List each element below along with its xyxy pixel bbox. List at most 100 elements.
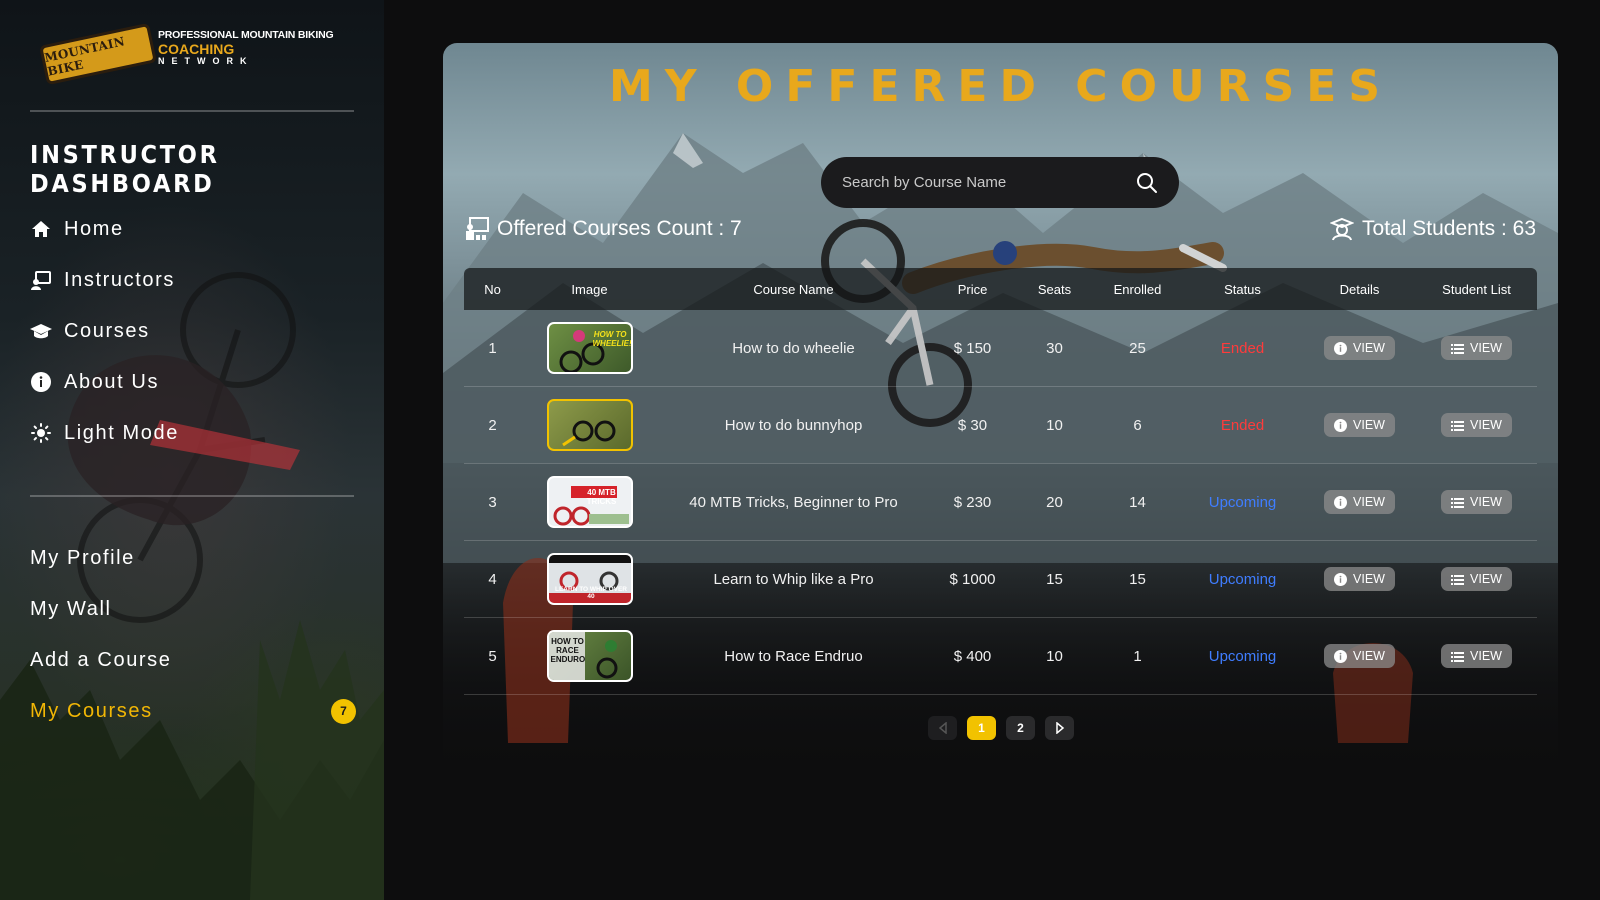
- student-list-view-button[interactable]: VIEW: [1441, 567, 1512, 591]
- courses-count-stat: Offered Courses Count : 7: [465, 217, 742, 241]
- course-seats: 20: [1046, 493, 1063, 511]
- row-number: 2: [488, 416, 497, 434]
- course-name: How to do bunnyhop: [724, 416, 863, 434]
- nav-item-home[interactable]: Home: [30, 215, 179, 243]
- table-row: 1 HOW TO WHEELIE! How to do wheelie $ 15…: [464, 310, 1537, 387]
- courses-panel: MY OFFERED COURSES Offered Courses Count…: [443, 43, 1558, 773]
- nav-item-instructors[interactable]: Instructors: [30, 266, 179, 294]
- nav-label-my-courses: My Courses: [30, 699, 153, 722]
- pagination-page-2[interactable]: 2: [1006, 716, 1035, 740]
- student-list-view-button[interactable]: VIEW: [1441, 413, 1512, 437]
- table-row: 3 40 MTB TRICKS 40 MTB Tricks, Beginner …: [464, 464, 1537, 541]
- course-seats: 10: [1046, 647, 1063, 665]
- student-list-view-button[interactable]: VIEW: [1441, 490, 1512, 514]
- pagination-prev-button[interactable]: [928, 716, 957, 740]
- student-list-cell: VIEW: [1416, 490, 1537, 514]
- student-list-view-button[interactable]: VIEW: [1441, 644, 1512, 668]
- column-header-student-list: Student List: [1442, 281, 1511, 297]
- nav-label-my-wall: My Wall: [30, 597, 112, 620]
- nav-item-about-us[interactable]: About Us: [30, 368, 179, 396]
- courses-count-label: Offered Courses Count : 7: [497, 217, 742, 240]
- course-seats: 10: [1046, 416, 1063, 434]
- row-number: 3: [488, 493, 497, 511]
- nav-label-add-a-course: Add a Course: [30, 648, 172, 671]
- course-thumbnail[interactable]: HOW TO RACE ENDURO: [546, 630, 633, 682]
- list-icon: [1451, 496, 1465, 509]
- row-number: 1: [488, 339, 497, 357]
- pagination-next-button[interactable]: [1045, 716, 1074, 740]
- details-cell: VIEW: [1303, 336, 1416, 360]
- course-thumbnail[interactable]: 40 MTB TRICKS: [546, 476, 633, 528]
- nav-item-add-a-course[interactable]: Add a Course: [30, 646, 356, 674]
- nav-item-courses[interactable]: Courses: [30, 317, 179, 345]
- search-icon: [1137, 172, 1157, 193]
- student-list-cell: VIEW: [1416, 336, 1537, 360]
- view-label: VIEW: [1470, 418, 1502, 432]
- chevron-left-icon: [938, 722, 947, 734]
- column-header-details: Details: [1339, 281, 1380, 297]
- my-courses-count-badge: 7: [331, 698, 356, 724]
- course-name: How to do wheelie: [732, 339, 855, 357]
- view-label: VIEW: [1353, 649, 1385, 663]
- graduation-cap-icon: [30, 320, 52, 342]
- thumbnail-caption: HOW TO WHEELIE!: [592, 330, 632, 348]
- course-thumbnail[interactable]: [546, 399, 633, 451]
- info-icon: [1334, 341, 1348, 355]
- logo-badge-text: MOUNTAIN BIKE: [43, 34, 127, 79]
- home-icon: [30, 218, 52, 240]
- course-enrolled: 1: [1133, 647, 1142, 665]
- nav-item-my-profile[interactable]: My Profile: [30, 544, 356, 572]
- pagination-page-1[interactable]: 1: [967, 716, 996, 740]
- bunnyhop-rider-thumbnail-art: [561, 420, 615, 447]
- details-view-button[interactable]: VIEW: [1324, 644, 1395, 668]
- course-price: $ 150: [953, 339, 992, 357]
- brand-logo[interactable]: MOUNTAIN BIKE PROFESSIONAL MOUNTAIN BIKI…: [39, 22, 342, 86]
- primary-nav: Home Instructors Courses About Us Light …: [30, 215, 179, 470]
- column-header-image: Image: [571, 281, 608, 297]
- logo-badge: MOUNTAIN BIKE: [39, 22, 157, 86]
- course-price: $ 230: [953, 493, 992, 511]
- course-price: $ 1000: [949, 570, 996, 588]
- course-thumbnail[interactable]: LEARN TO WHIP OVER 40: [546, 553, 633, 605]
- course-enrolled: 15: [1129, 570, 1146, 588]
- nav-label-light-mode: Light Mode: [64, 421, 179, 444]
- nav-item-my-courses[interactable]: My Courses 7: [30, 697, 356, 725]
- view-label: VIEW: [1353, 341, 1385, 355]
- course-seats: 30: [1046, 339, 1063, 357]
- details-view-button[interactable]: VIEW: [1324, 567, 1395, 591]
- list-icon: [1451, 419, 1465, 432]
- details-cell: VIEW: [1303, 490, 1416, 514]
- info-icon: [1334, 418, 1348, 432]
- view-label: VIEW: [1470, 495, 1502, 509]
- info-icon: [1334, 495, 1348, 509]
- student-list-view-button[interactable]: VIEW: [1441, 336, 1512, 360]
- column-header-no: No: [484, 281, 501, 297]
- nav-item-light-mode[interactable]: Light Mode: [30, 419, 179, 447]
- table-row: 4 LEARN TO WHIP OVER 40 Learn to Whip li…: [464, 541, 1537, 618]
- course-enrolled: 25: [1129, 339, 1146, 357]
- info-icon: [30, 371, 52, 393]
- logo-line-1: PROFESSIONAL MOUNTAIN BIKING: [158, 29, 334, 41]
- course-thumbnail[interactable]: HOW TO WHEELIE!: [546, 322, 633, 374]
- search-button[interactable]: [1135, 171, 1159, 195]
- view-label: VIEW: [1470, 572, 1502, 586]
- search-input[interactable]: [842, 174, 1135, 191]
- chevron-right-icon: [1055, 722, 1064, 734]
- nav-item-my-wall[interactable]: My Wall: [30, 595, 356, 623]
- column-header-price: Price: [957, 281, 988, 297]
- thumbnail-caption: LEARN TO WHIP OVER 40: [555, 586, 627, 600]
- thumbnail-caption: HOW TO RACE ENDURO: [550, 637, 586, 664]
- sun-icon: [30, 422, 52, 444]
- status-badge: Upcoming: [1208, 570, 1277, 588]
- sidebar: MOUNTAIN BIKE PROFESSIONAL MOUNTAIN BIKI…: [0, 0, 384, 900]
- table-row: 2 How to do bunnyhop $ 30 10 6 Ended VIE…: [464, 387, 1537, 464]
- details-view-button[interactable]: VIEW: [1324, 336, 1395, 360]
- course-enrolled: 14: [1129, 493, 1146, 511]
- table-row: 5 HOW TO RACE ENDURO How to Race Endruo …: [464, 618, 1537, 695]
- details-view-button[interactable]: VIEW: [1324, 490, 1395, 514]
- total-students-label: Total Students : 63: [1362, 217, 1536, 240]
- details-cell: VIEW: [1303, 567, 1416, 591]
- course-name: 40 MTB Tricks, Beginner to Pro: [689, 493, 898, 511]
- details-view-button[interactable]: VIEW: [1324, 413, 1395, 437]
- pagination: 1 2: [928, 716, 1074, 740]
